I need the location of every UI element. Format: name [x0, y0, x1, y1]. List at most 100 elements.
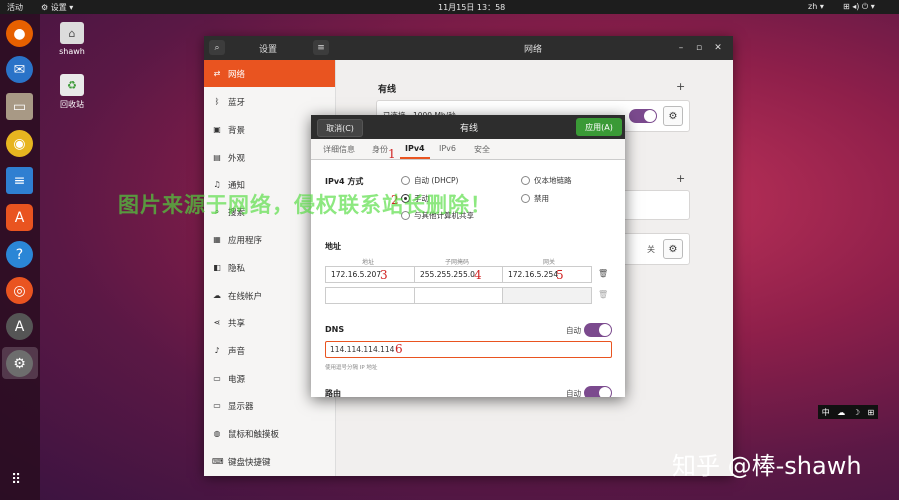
- panel-title: 网络: [524, 45, 543, 55]
- add-wired-icon[interactable]: +: [676, 80, 685, 93]
- dns-auto-label: 自动: [566, 326, 581, 335]
- menu-icon[interactable]: ≡: [313, 40, 329, 55]
- active-tab-indicator: [400, 157, 430, 159]
- sidebar-item-network[interactable]: ⇄ 网络: [204, 60, 335, 87]
- column-header-netmask: 子网掩码: [445, 259, 470, 266]
- dns-auto-toggle[interactable]: [584, 323, 612, 337]
- zhihu-watermark: 知乎 @棒-shawh: [672, 452, 862, 480]
- desktop-icon-label: shawh: [59, 47, 85, 56]
- wired-section-title: 有线: [378, 85, 397, 95]
- dialog-header: 取消(C) 有线 应用(A): [311, 115, 625, 139]
- trash-icon: ♻: [60, 74, 84, 96]
- ipv4-method-label: IPv4 方式: [325, 177, 364, 186]
- sidebar-item-label: 蓝牙: [228, 97, 246, 108]
- keyboard-grid-icon[interactable]: ⊞: [868, 408, 875, 417]
- clock[interactable]: 11月15日 13：58: [438, 2, 505, 13]
- annotation-5: 5: [556, 268, 564, 282]
- route-auto-toggle[interactable]: [584, 386, 612, 397]
- radio-disable[interactable]: 禁用: [521, 193, 549, 204]
- app-menu[interactable]: ⚙ 设置 ▾: [41, 2, 73, 13]
- sidebar-item-label: 鼠标和触摸板: [228, 429, 280, 440]
- thunderbird-icon[interactable]: ✉: [6, 56, 33, 83]
- settings-gear-icon[interactable]: ⚙: [6, 350, 33, 377]
- dns-hint: 使用逗号分隔 IP 地址: [325, 365, 378, 371]
- apps-icon: ▦: [213, 235, 221, 244]
- address-input-empty[interactable]: [325, 287, 415, 304]
- route-label: 路由: [325, 389, 341, 397]
- apply-button[interactable]: 应用(A): [576, 118, 622, 136]
- tab-security[interactable]: 安全: [474, 144, 490, 155]
- sidebar-item-label: 应用程序: [228, 235, 263, 246]
- netmask-input[interactable]: 255.255.255.0: [414, 266, 503, 283]
- input-method-indicator[interactable]: zh ▾: [808, 2, 824, 11]
- desktop-icon-trash[interactable]: ♻ 回收站: [52, 74, 92, 110]
- tab-ipv4[interactable]: IPv4: [405, 144, 425, 153]
- delete-row-icon[interactable]: 🗑: [598, 269, 608, 278]
- show-apps-icon[interactable]: ⠿: [11, 472, 21, 488]
- top-bar: 活动 ⚙ 设置 ▾ 11月15日 13：58 zh ▾ ⊞ ◂) ⏻ ▾: [0, 0, 899, 14]
- settings-header: ⌕ 设置 ≡ 网络 – ▫ ✕: [204, 36, 733, 60]
- gear-icon[interactable]: ⚙: [663, 106, 683, 126]
- bluetooth-icon: ᛒ: [214, 97, 220, 106]
- dns-label: DNS: [325, 325, 345, 334]
- dns-input[interactable]: 114.114.114.114: [325, 341, 612, 358]
- add-vpn-icon[interactable]: +: [676, 172, 685, 185]
- minimize-icon[interactable]: –: [673, 40, 689, 55]
- sidebar-item-label: 电源: [228, 374, 246, 385]
- tab-identity[interactable]: 身份: [372, 144, 388, 155]
- updater-icon[interactable]: A: [6, 313, 33, 340]
- rhythmbox-icon[interactable]: ◉: [6, 130, 33, 157]
- watermark-text: 图片来源于网络，侵权联系站长删除！: [118, 193, 492, 217]
- gateway-input[interactable]: 172.16.5.254: [502, 266, 592, 283]
- chinese-mode-icon[interactable]: 中: [822, 407, 830, 418]
- firefox-icon[interactable]: ●: [6, 20, 33, 47]
- column-header-address: 地址: [362, 259, 375, 266]
- annotation-1: 1: [388, 147, 396, 161]
- delete-row-icon: 🗑: [598, 290, 609, 299]
- punctuation-icon[interactable]: ☁: [837, 408, 845, 417]
- tab-details[interactable]: 详细信息: [323, 144, 355, 155]
- gateway-input-empty[interactable]: [502, 287, 592, 304]
- column-header-gateway: 网关: [543, 259, 556, 266]
- wired-toggle[interactable]: [629, 109, 657, 123]
- annotation-3: 3: [380, 268, 388, 282]
- search-icon[interactable]: ⌕: [209, 40, 225, 55]
- dock: ● ✉ ▭ ◉ ≡ A ? ◎ A ⚙ ⠿: [0, 14, 40, 500]
- netmask-input-empty[interactable]: [414, 287, 503, 304]
- sidebar-item-mouse[interactable]: ◍ 鼠标和触摸板: [204, 420, 335, 447]
- tab-ipv6[interactable]: IPv6: [439, 144, 456, 153]
- annotation-6: 6: [395, 342, 403, 356]
- dialog-tabs: 详细信息 身份 IPv4 IPv6 安全: [311, 139, 625, 160]
- sidebar-item-label: 隐私: [228, 263, 246, 274]
- cancel-button[interactable]: 取消(C): [317, 119, 363, 137]
- radio-link-local[interactable]: 仅本地链路: [521, 175, 572, 186]
- help-icon[interactable]: ?: [6, 241, 33, 268]
- maximize-icon[interactable]: ▫: [691, 40, 707, 55]
- sidebar-item-bluetooth[interactable]: ᛒ 蓝牙: [204, 88, 335, 115]
- system-status-icons[interactable]: ⊞ ◂) ⏻ ▾: [843, 2, 875, 12]
- writer-icon[interactable]: ≡: [6, 167, 33, 194]
- software-icon[interactable]: A: [6, 204, 33, 231]
- share-icon: ⋖: [213, 318, 221, 327]
- background-icon: ▣: [213, 125, 221, 134]
- half-width-icon[interactable]: ☽: [853, 408, 860, 417]
- desktop-icon-label: 回收站: [60, 100, 84, 109]
- desktop-icon-home[interactable]: ⌂ shawh: [52, 22, 92, 56]
- radio-label: 禁用: [534, 194, 549, 203]
- sidebar-item-label: 声音: [228, 346, 246, 357]
- annotation-4: 4: [474, 268, 482, 282]
- mouse-icon: ◍: [213, 429, 221, 438]
- gear-icon[interactable]: ⚙: [663, 239, 683, 259]
- ubuntu-icon[interactable]: ◎: [6, 277, 33, 304]
- radio-indicator: [521, 176, 530, 185]
- sidebar-item-label: 背景: [228, 125, 246, 136]
- radio-label: 仅本地链路: [534, 176, 572, 185]
- sidebar-item-keyboard[interactable]: ⌨ 键盘快捷键: [204, 448, 335, 475]
- radio-label: 自动 (DHCP): [414, 176, 459, 185]
- close-icon[interactable]: ✕: [710, 40, 726, 55]
- address-input[interactable]: 172.16.5.207: [325, 266, 415, 283]
- activities-button[interactable]: 活动: [7, 2, 23, 13]
- files-icon[interactable]: ▭: [6, 93, 33, 120]
- radio-auto-dhcp[interactable]: 自动 (DHCP): [401, 175, 458, 186]
- network-icon: ⇄: [213, 69, 221, 78]
